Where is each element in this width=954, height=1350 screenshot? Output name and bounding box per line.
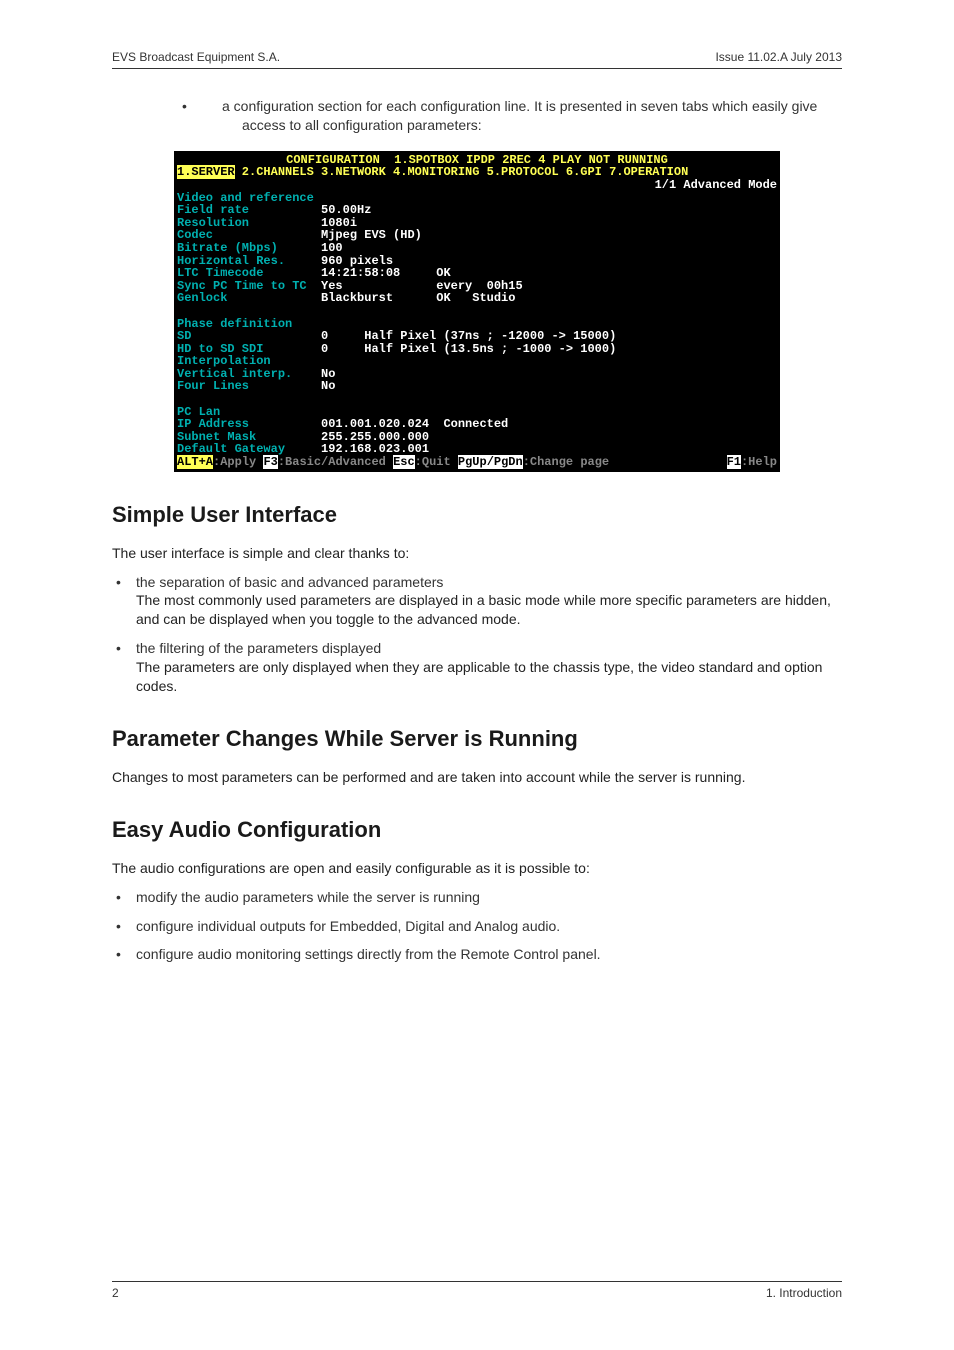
- sc-key-f3: F3: [263, 455, 277, 469]
- intro-bullet: •a configuration section for each config…: [222, 97, 842, 135]
- sc-key-apply-label: :Apply: [213, 455, 263, 469]
- s1-item-2-text: the filtering of the parameters displaye…: [136, 640, 381, 656]
- footer-section: 1. Introduction: [766, 1286, 842, 1300]
- heading-simple-ui: Simple User Interface: [112, 502, 842, 528]
- sc-key-esc: Esc: [393, 455, 415, 469]
- page-number: 2: [112, 1286, 119, 1300]
- s3-item-1-text: modify the audio parameters while the se…: [136, 889, 480, 905]
- heading-easy-audio: Easy Audio Configuration: [112, 817, 842, 843]
- s1-item-1: the separation of basic and advanced par…: [112, 573, 842, 630]
- sc-key-pg-label: :Change page: [523, 455, 609, 469]
- page-footer: 2 1. Introduction: [112, 1281, 842, 1300]
- s3-item-2: configure individual outputs for Embedde…: [112, 917, 842, 936]
- s3-intro: The audio configurations are open and ea…: [112, 859, 842, 878]
- sc-key-apply: ALT+A: [177, 455, 213, 469]
- s1-item-1-sub: The most commonly used parameters are di…: [136, 591, 842, 629]
- heading-param-changes: Parameter Changes While Server is Runnin…: [112, 726, 842, 752]
- s1-intro: The user interface is simple and clear t…: [112, 544, 842, 563]
- s3-item-3-text: configure audio monitoring settings dire…: [136, 946, 601, 962]
- sc-key-pg: PgUp/PgDn: [458, 455, 523, 469]
- config-screenshot: CONFIGURATION 1.SPOTBOX IPDP 2REC 4 PLAY…: [174, 151, 780, 472]
- sc-tab-selected: 1.SERVER: [177, 165, 235, 179]
- sc-tabs-rest: 2.CHANNELS 3.NETWORK 4.MONITORING 5.PROT…: [235, 165, 689, 179]
- sc-key-esc-label: :Quit: [415, 455, 458, 469]
- page-header: EVS Broadcast Equipment S.A. Issue 11.02…: [112, 50, 842, 69]
- s2-body: Changes to most parameters can be perfor…: [112, 768, 842, 787]
- intro-text: a configuration section for each configu…: [222, 98, 817, 133]
- sc-footer: ALT+A:Apply F3:Basic/Advanced Esc:Quit P…: [177, 456, 777, 469]
- sc-key-f1: F1: [727, 455, 741, 469]
- s3-item-1: modify the audio parameters while the se…: [112, 888, 842, 907]
- sc-mode: 1/1 Advanced Mode: [177, 179, 777, 192]
- sc-row: Genlock Blackburst OK Studio: [177, 292, 777, 305]
- s1-item-2-sub: The parameters are only displayed when t…: [136, 658, 842, 696]
- sc-key-f3-label: :Basic/Advanced: [278, 455, 393, 469]
- s1-item-2: the filtering of the parameters displaye…: [112, 639, 842, 696]
- s1-list: the separation of basic and advanced par…: [112, 573, 842, 696]
- s1-item-1-text: the separation of basic and advanced par…: [136, 574, 443, 590]
- s3-item-2-text: configure individual outputs for Embedde…: [136, 918, 560, 934]
- header-right: Issue 11.02.A July 2013: [715, 50, 842, 64]
- sc-key-f1-label: :Help: [741, 455, 777, 469]
- header-left: EVS Broadcast Equipment S.A.: [112, 50, 280, 64]
- s3-item-3: configure audio monitoring settings dire…: [112, 945, 842, 964]
- s3-list: modify the audio parameters while the se…: [112, 888, 842, 965]
- sc-row: Four Lines No: [177, 380, 777, 393]
